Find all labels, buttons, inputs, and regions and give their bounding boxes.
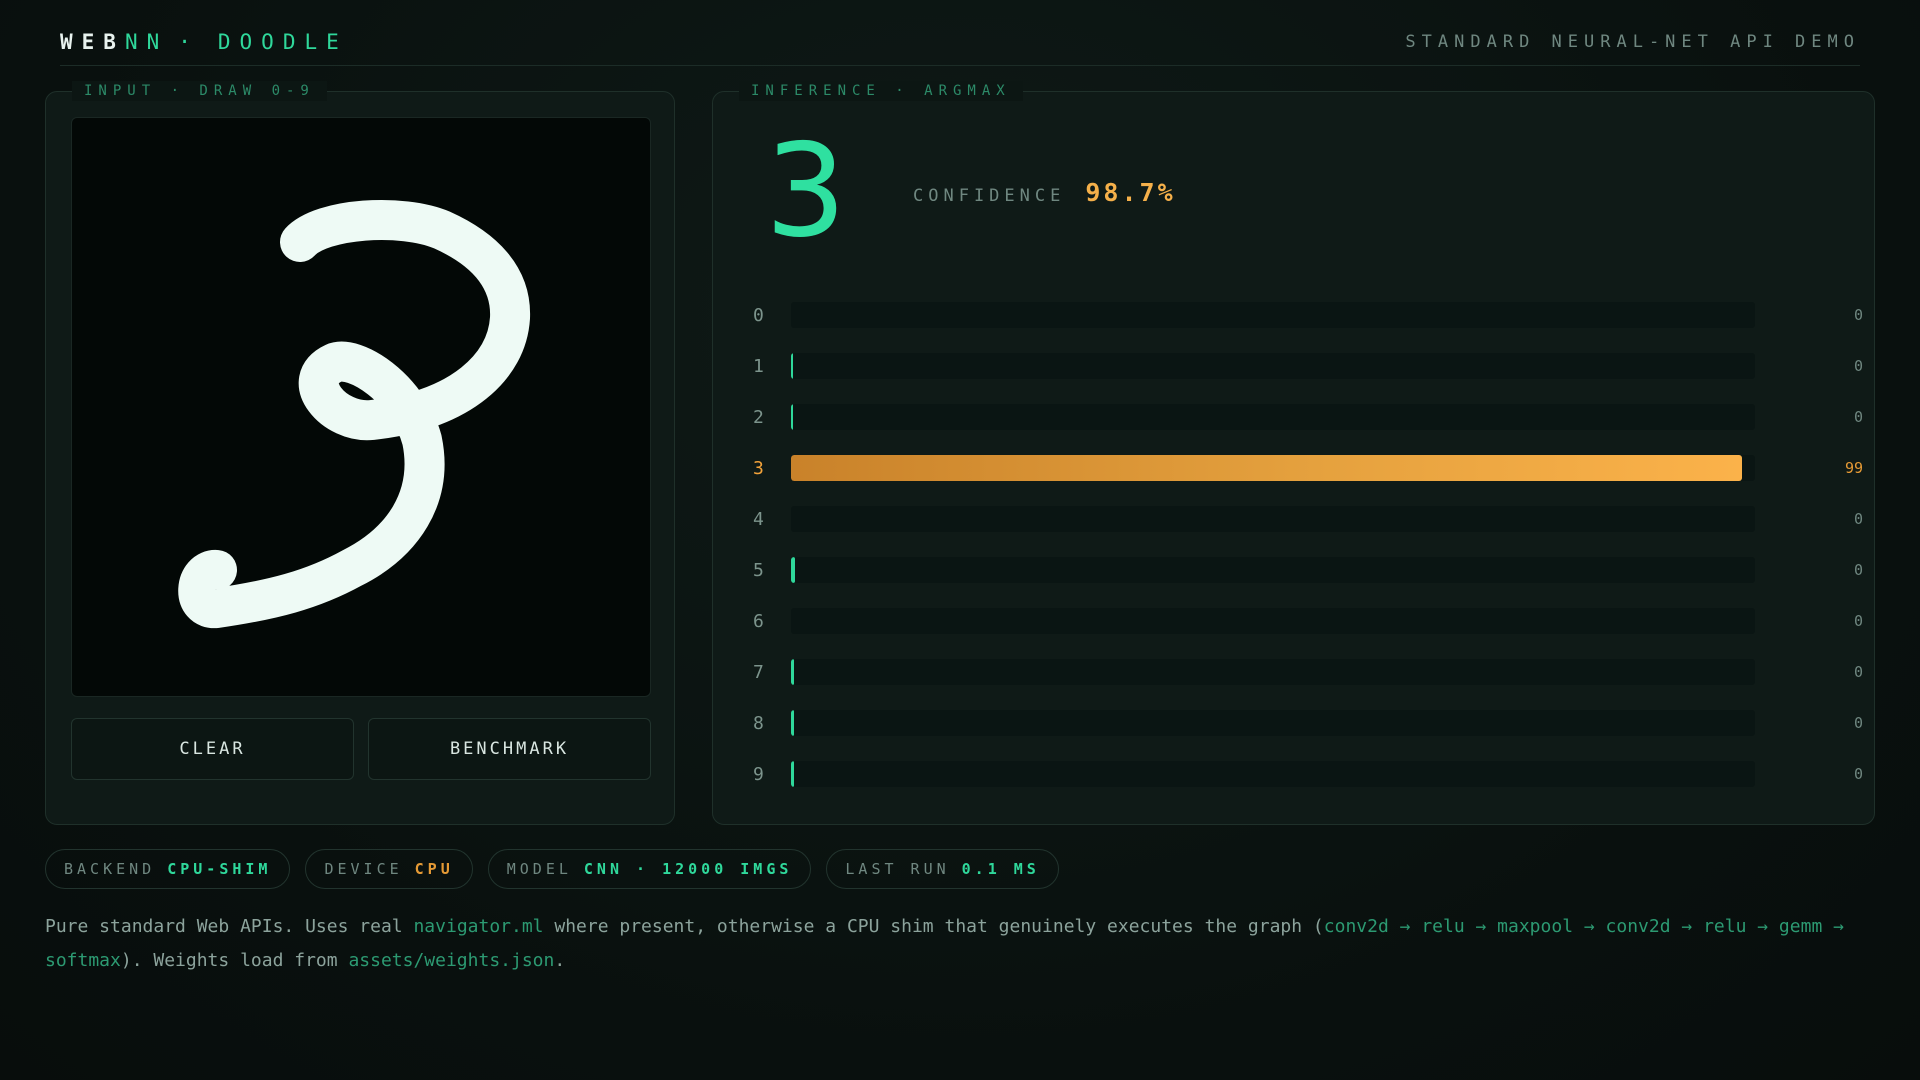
- brand-doodle: DOODLE: [217, 29, 348, 54]
- model-value: CNN · 12000 IMGS: [583, 860, 793, 878]
- confidence-label: CONFIDENCE: [913, 186, 1066, 206]
- probability-digit-label: 3: [753, 457, 764, 479]
- last-run-pill: LAST RUN 0.1 MS: [826, 849, 1059, 889]
- probability-digit-label: 8: [753, 712, 764, 734]
- probability-value: 0: [1853, 765, 1863, 783]
- probability-digit-label: 6: [753, 610, 764, 632]
- probability-fill-8: [791, 710, 794, 736]
- probability-track: [791, 557, 1755, 583]
- probability-track: [791, 608, 1755, 634]
- description-text: Pure standard Web APIs. Uses real naviga…: [45, 910, 1865, 978]
- probability-value: 0: [1853, 408, 1863, 426]
- brand-separator: ·: [178, 29, 200, 54]
- probability-row-9: 90: [753, 761, 1863, 787]
- probability-row-3: 3 99: [753, 455, 1863, 481]
- backend-value: CPU-SHIM: [167, 860, 272, 878]
- desc-text-4: .: [554, 950, 566, 971]
- device-value: CPU: [414, 860, 454, 878]
- model-label: MODEL: [506, 860, 572, 878]
- probability-digit-label: 7: [753, 661, 764, 683]
- drawn-digit-stroke: [178, 199, 531, 628]
- benchmark-button[interactable]: BENCHMARK: [368, 718, 651, 780]
- probability-track: [791, 353, 1755, 379]
- probability-track: [791, 710, 1755, 736]
- desc-code-weights: assets/weights.json: [348, 950, 555, 971]
- probability-fill-9: [791, 761, 794, 787]
- probability-fill-3: [791, 455, 1743, 481]
- clear-button[interactable]: CLEAR: [71, 718, 354, 780]
- desc-text-3: ). Weights load from: [120, 950, 349, 971]
- probability-digit-label: 9: [753, 763, 764, 785]
- desc-text-1: Pure standard Web APIs. Uses real: [45, 916, 414, 937]
- drawing-canvas[interactable]: [71, 117, 651, 697]
- backend-pill: BACKEND CPU-SHIM: [45, 849, 291, 889]
- probability-value: 99: [1844, 459, 1863, 477]
- probability-track: [791, 404, 1755, 430]
- inference-panel-label: INFERENCE · ARGMAX: [739, 81, 1023, 101]
- input-panel: INPUT · DRAW 0-9 CLEAR BENCHMARK: [45, 81, 675, 825]
- probability-fill-7: [791, 659, 794, 685]
- probability-row-7: 70: [753, 659, 1863, 685]
- last-run-value: 0.1 MS: [961, 860, 1040, 878]
- probability-fill-1: [791, 353, 793, 379]
- inference-panel: INFERENCE · ARGMAX 3 CONFIDENCE 98.7% 00…: [712, 81, 1875, 825]
- probability-value: 0: [1853, 714, 1863, 732]
- device-label: DEVICE: [324, 860, 403, 878]
- app-brand: WEB NN · DOODLE: [60, 30, 348, 54]
- probability-digit-label: 0: [753, 304, 764, 326]
- probability-value: 0: [1853, 663, 1863, 681]
- status-row: BACKEND CPU-SHIM DEVICE CPU MODEL CNN · …: [45, 849, 1059, 889]
- probability-row-5: 50: [753, 557, 1863, 583]
- brand-web: WEB: [60, 29, 125, 54]
- probability-digit-label: 5: [753, 559, 764, 581]
- probability-fill-5: [791, 557, 795, 583]
- probability-row-6: 60: [753, 608, 1863, 634]
- probability-row-8: 80: [753, 710, 1863, 736]
- device-pill: DEVICE CPU: [305, 849, 473, 889]
- probability-track: [791, 761, 1755, 787]
- probability-track: [791, 506, 1755, 532]
- probability-fill-2: [791, 404, 793, 430]
- probability-row-2: 20: [753, 404, 1863, 430]
- confidence-readout: CONFIDENCE 98.7%: [913, 178, 1176, 207]
- app-header: WEB NN · DOODLE STANDARD NEURAL-NET API D…: [60, 18, 1860, 66]
- probability-track: [791, 302, 1755, 328]
- probability-value: 0: [1853, 510, 1863, 528]
- confidence-value: 98.7%: [1085, 178, 1176, 207]
- probability-value: 0: [1853, 306, 1863, 324]
- probability-digit-label: 2: [753, 406, 764, 428]
- probability-row-1: 10: [753, 353, 1863, 379]
- model-pill: MODEL CNN · 12000 IMGS: [487, 849, 812, 889]
- probability-row-4: 40: [753, 506, 1863, 532]
- probability-row-0: 00: [753, 302, 1863, 328]
- desc-code-navigator-ml: navigator.ml: [413, 916, 544, 937]
- backend-label: BACKEND: [64, 860, 156, 878]
- probability-value: 0: [1853, 612, 1863, 630]
- probability-value: 0: [1853, 561, 1863, 579]
- last-run-label: LAST RUN: [845, 860, 950, 878]
- probability-track: [791, 455, 1755, 481]
- probability-track: [791, 659, 1755, 685]
- probability-value: 0: [1853, 357, 1863, 375]
- app-tagline: STANDARD NEURAL-NET API DEMO: [1405, 31, 1860, 52]
- input-panel-label: INPUT · DRAW 0-9: [72, 81, 327, 101]
- brand-nn: NN: [124, 29, 169, 54]
- probability-digit-label: 1: [753, 355, 764, 377]
- predicted-digit: 3: [765, 117, 847, 266]
- desc-text-2: where present, otherwise a CPU shim that…: [543, 916, 1324, 937]
- probability-digit-label: 4: [753, 508, 764, 530]
